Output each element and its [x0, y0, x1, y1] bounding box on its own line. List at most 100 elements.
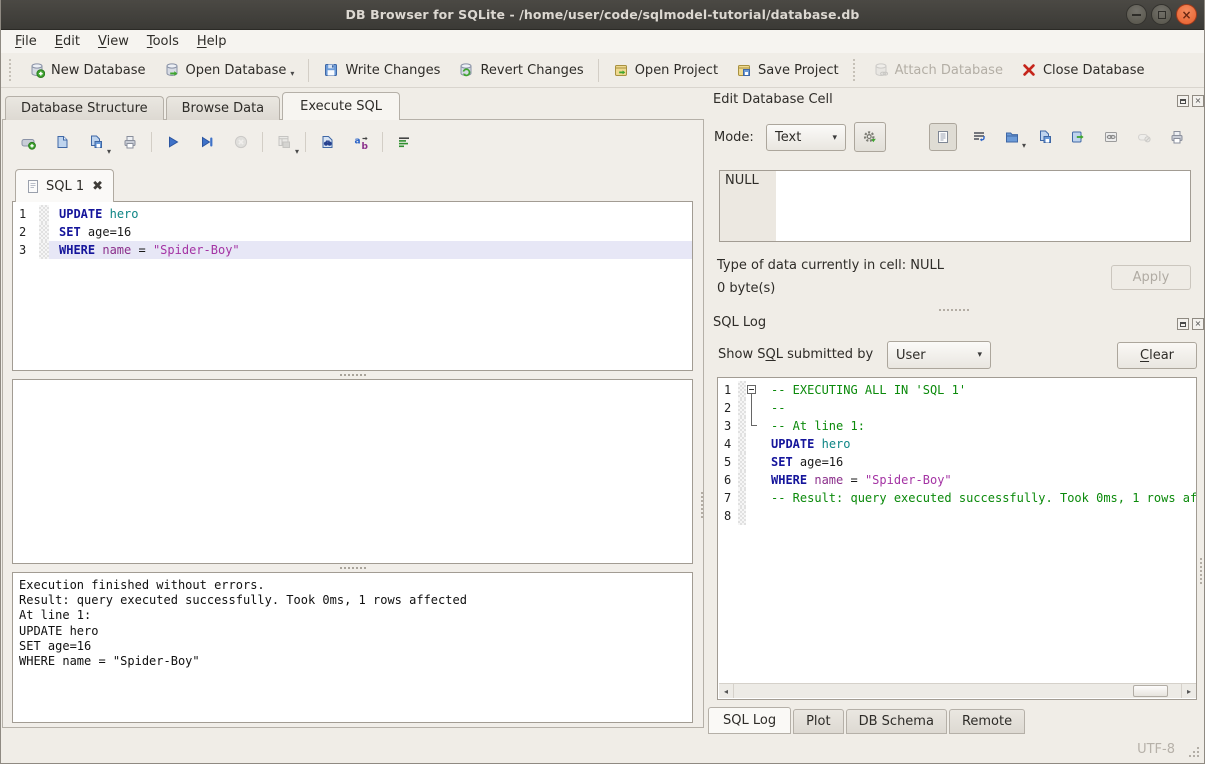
copy-cell-button[interactable]	[1067, 126, 1089, 148]
cell-editor-toolbar: ▾	[929, 122, 1188, 152]
dock-float-button[interactable]	[1177, 318, 1189, 330]
sql-document-icon	[26, 179, 40, 194]
format-sql-button[interactable]	[392, 130, 416, 154]
tab-execute-sql[interactable]: Execute SQL	[282, 92, 400, 120]
open-database-menu-caret[interactable]: ▾	[290, 69, 294, 78]
scrollbar-thumb[interactable]	[1133, 685, 1168, 697]
close-database-button[interactable]: Close Database	[1012, 58, 1154, 82]
sql-editor-toolbar: ▾ ▾ ab	[11, 129, 421, 155]
tab-db-schema[interactable]: DB Schema	[846, 709, 947, 734]
sql-log-dock-buttons: ×	[1177, 318, 1204, 330]
scrollbar-track[interactable]	[734, 684, 1181, 698]
sql-editor[interactable]: 1UPDATE hero2SET age=163WHERE name = "Sp…	[12, 201, 693, 371]
mode-value: Text	[775, 130, 801, 145]
code-line: 1-- EXECUTING ALL IN 'SQL 1'	[718, 381, 1196, 399]
results-log-splitter[interactable]	[12, 564, 693, 571]
find-button[interactable]	[315, 130, 339, 154]
new-database-button[interactable]: New Database	[20, 58, 155, 82]
dock-close-button[interactable]: ×	[1192, 318, 1204, 330]
save-project-button[interactable]: Save Project	[727, 58, 848, 82]
print-button[interactable]	[118, 130, 142, 154]
maximize-button[interactable]	[1151, 4, 1172, 25]
write-changes-button[interactable]: Write Changes	[314, 58, 449, 82]
word-wrap-button[interactable]	[968, 126, 990, 148]
tab-database-structure[interactable]: Database Structure	[5, 96, 164, 120]
chevron-down-icon: ▾	[977, 350, 982, 360]
panel-splitter[interactable]	[701, 492, 705, 518]
menu-view[interactable]: View	[89, 32, 138, 51]
menu-edit[interactable]: Edit	[46, 32, 89, 51]
titlebar[interactable]: DB Browser for SQLite - /home/user/code/…	[1, 0, 1204, 30]
minimize-button[interactable]	[1126, 4, 1147, 25]
fold-marker[interactable]	[746, 381, 759, 399]
dock-splitter-handle[interactable]	[939, 309, 969, 311]
fold-margin	[738, 489, 746, 507]
attach-database-button: Attach Database	[864, 58, 1012, 82]
sql-log-horizontal-scrollbar[interactable]: ◂ ▸	[719, 683, 1196, 698]
float-icon	[1180, 322, 1186, 327]
fold-margin	[738, 507, 746, 525]
save-sql-file-menu-caret[interactable]: ▾	[107, 147, 111, 156]
code-line: 6WHERE name = "Spider-Boy"	[718, 471, 1196, 489]
close-tab-icon[interactable]: ✖	[92, 179, 103, 194]
svg-text:b: b	[362, 142, 369, 150]
find-replace-button[interactable]: ab	[349, 130, 373, 154]
export-save-icon	[1037, 129, 1053, 145]
revert-changes-icon	[458, 62, 474, 78]
open-project-button[interactable]: Open Project	[604, 58, 727, 82]
sql1-editor-tab[interactable]: SQL 1 ✖	[15, 169, 114, 202]
dock-edge-splitter[interactable]	[1200, 558, 1204, 584]
sql-log-lines: 1-- EXECUTING ALL IN 'SQL 1'2--3-- At li…	[718, 378, 1196, 525]
open-tab-button[interactable]	[16, 130, 40, 154]
dock-float-button[interactable]	[1177, 95, 1189, 107]
sql-log-filter-select[interactable]: User ▾	[887, 341, 991, 369]
line-number: 1	[718, 381, 738, 399]
fold-margin	[39, 205, 49, 223]
menu-file[interactable]: File	[6, 32, 46, 51]
cell-type-info: Type of data currently in cell: NULL	[717, 258, 944, 273]
fold-marker	[746, 417, 759, 435]
open-external-button[interactable]	[1100, 126, 1122, 148]
tab-remote[interactable]: Remote	[949, 709, 1025, 734]
toolbar-drag-handle[interactable]	[9, 59, 15, 81]
dock-tab-bar: SQL Log Plot DB Schema Remote	[708, 707, 1027, 734]
text-mode-button[interactable]	[929, 123, 957, 151]
cell-edit-area[interactable]	[776, 171, 1190, 241]
menu-tools[interactable]: Tools	[138, 32, 188, 51]
tab-browse-data[interactable]: Browse Data	[166, 96, 281, 120]
cell-value-editor[interactable]: NULL	[719, 170, 1191, 242]
close-button[interactable]: ×	[1176, 4, 1197, 25]
minimize-icon	[1132, 14, 1141, 16]
execute-current-line-icon	[199, 134, 215, 150]
clear-log-button[interactable]: Clear	[1117, 342, 1197, 369]
execution-log: Execution finished without errors. Resul…	[12, 572, 693, 723]
menu-help[interactable]: Help	[188, 32, 236, 51]
editor-results-splitter[interactable]	[12, 371, 693, 378]
scroll-right-arrow-icon[interactable]: ▸	[1181, 684, 1196, 698]
open-sql-file-button[interactable]	[50, 130, 74, 154]
execute-current-line-button[interactable]	[195, 130, 219, 154]
toolbar-drag-handle[interactable]	[853, 59, 859, 81]
auto-apply-button[interactable]	[854, 122, 886, 152]
tab-plot[interactable]: Plot	[793, 709, 844, 734]
maximize-icon	[1158, 11, 1166, 19]
print-cell-button[interactable]	[1166, 126, 1188, 148]
mode-select[interactable]: Text ▾	[766, 124, 846, 151]
code-line: 2SET age=16	[13, 223, 692, 241]
scroll-left-arrow-icon[interactable]: ◂	[719, 684, 734, 698]
tab-sql-log[interactable]: SQL Log	[708, 707, 791, 734]
open-database-button[interactable]: Open Database ▾	[155, 58, 304, 82]
export-data-button[interactable]	[1034, 126, 1056, 148]
import-data-button[interactable]: ▾	[1001, 126, 1023, 148]
sql-log-view[interactable]: 1-- EXECUTING ALL IN 'SQL 1'2--3-- At li…	[717, 377, 1197, 700]
print-icon	[122, 134, 138, 150]
print-icon	[1169, 129, 1185, 145]
save-sql-file-button[interactable]: ▾	[84, 130, 108, 154]
resize-grip[interactable]	[1188, 747, 1199, 758]
import-menu-caret[interactable]: ▾	[1022, 141, 1026, 150]
dock-close-button[interactable]: ×	[1192, 95, 1204, 107]
execute-all-button[interactable]	[161, 130, 185, 154]
code-line: 4UPDATE hero	[718, 435, 1196, 453]
sql-log-dock-title: SQL Log	[713, 315, 766, 330]
revert-changes-button[interactable]: Revert Changes	[449, 58, 592, 82]
